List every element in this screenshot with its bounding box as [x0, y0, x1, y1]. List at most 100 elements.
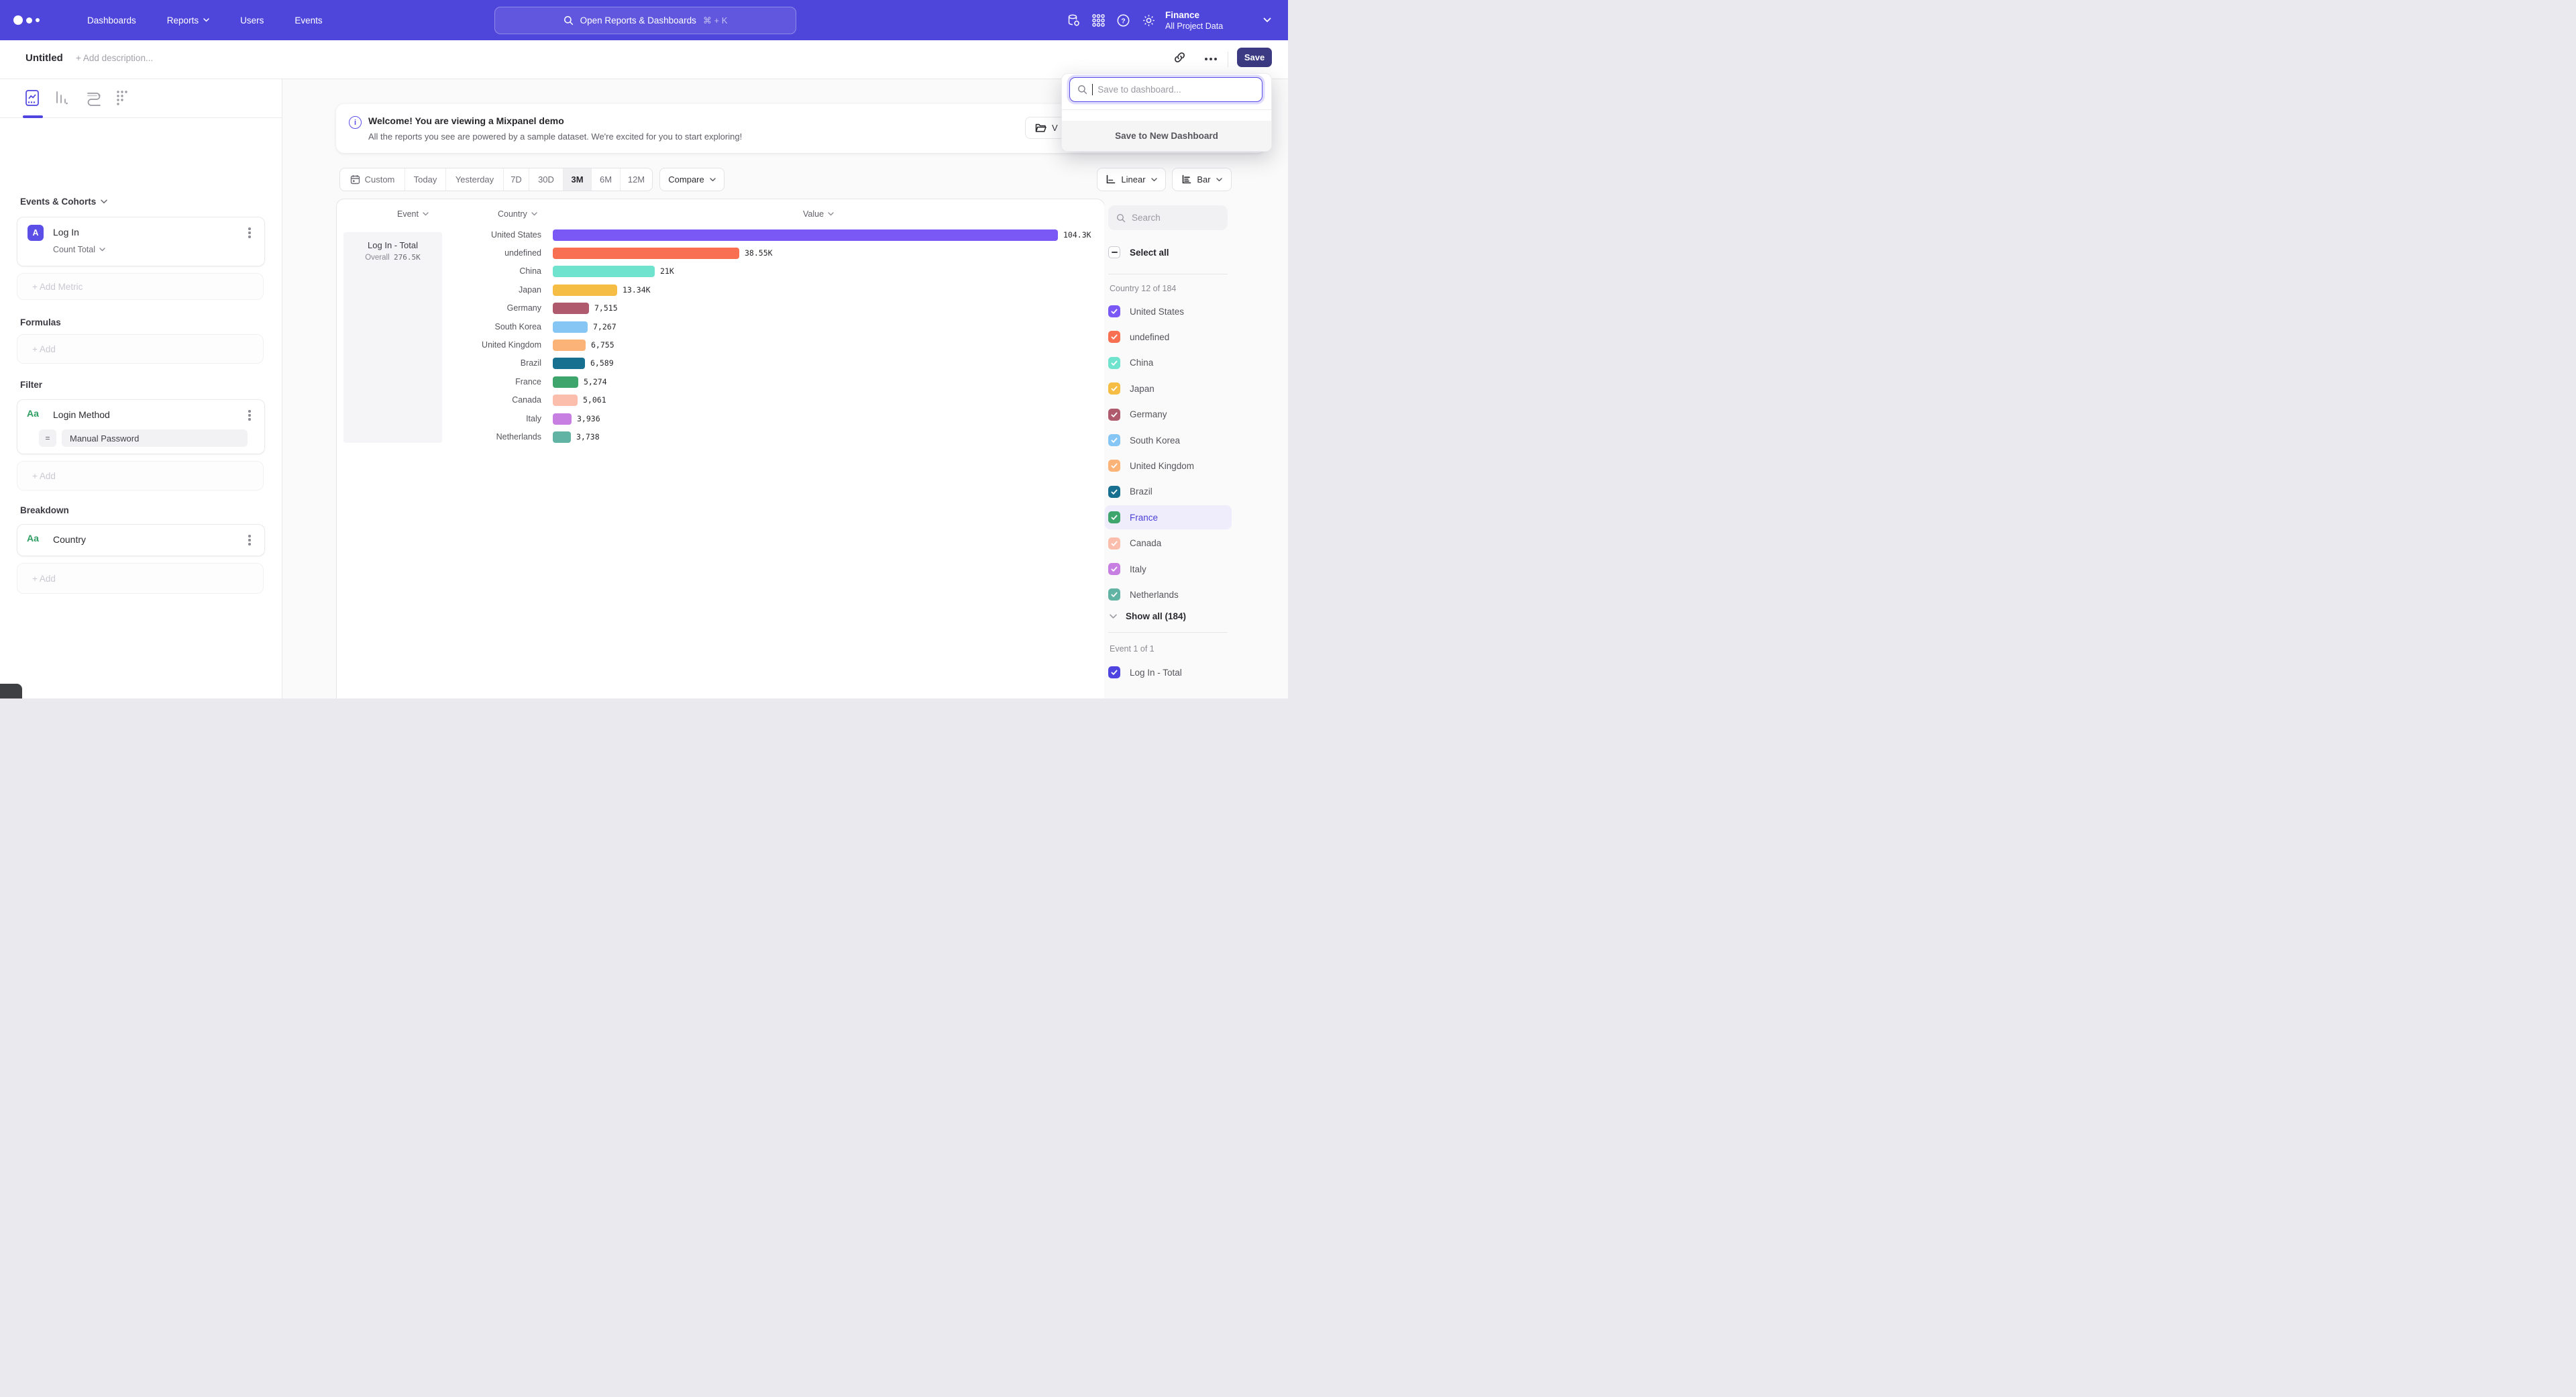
column-header-event[interactable]: Event: [397, 209, 429, 219]
series-search-input[interactable]: Search: [1108, 205, 1228, 230]
global-search-button[interactable]: Open Reports & Dashboards ⌘ + K: [494, 7, 796, 34]
bar-canada[interactable]: [553, 395, 578, 406]
bar-japan[interactable]: [553, 284, 617, 296]
breakdown-options-kebab-icon[interactable]: [244, 533, 255, 547]
filter-options-kebab-icon[interactable]: [244, 409, 255, 422]
country-checkbox-france[interactable]: [1108, 511, 1120, 523]
more-actions-button[interactable]: [1201, 51, 1220, 67]
country-checkbox-canada[interactable]: [1108, 537, 1120, 550]
bar-undefined[interactable]: [553, 248, 739, 259]
country-checkbox-germany[interactable]: [1108, 409, 1120, 421]
scale-dropdown[interactable]: Linear: [1097, 168, 1166, 191]
country-checkbox-united-states[interactable]: [1108, 305, 1120, 317]
tab-funnels[interactable]: [54, 89, 71, 107]
filter-value-dropdown[interactable]: Manual Password: [62, 429, 248, 447]
country-row-united-states[interactable]: United States: [1108, 299, 1242, 323]
event-checkbox-log-in-total[interactable]: [1108, 666, 1120, 678]
country-row-south-korea[interactable]: South Korea: [1108, 428, 1242, 452]
bar-brazil[interactable]: [553, 358, 585, 369]
country-checkbox-brazil[interactable]: [1108, 486, 1120, 498]
country-row-france[interactable]: France: [1105, 505, 1232, 529]
column-header-country[interactable]: Country: [498, 209, 537, 219]
compare-dropdown[interactable]: Compare: [659, 168, 724, 191]
select-all-checkbox[interactable]: [1108, 246, 1120, 258]
country-checkbox-japan[interactable]: [1108, 382, 1120, 395]
range-tab-today[interactable]: Today: [405, 168, 446, 191]
nav-item-events[interactable]: Events: [294, 15, 322, 25]
metric-options-kebab-icon[interactable]: [244, 226, 255, 240]
country-row-china[interactable]: China: [1108, 351, 1242, 375]
chart-type-dropdown[interactable]: Bar: [1172, 168, 1232, 191]
save-button[interactable]: Save: [1237, 48, 1272, 67]
primary-nav: Dashboards Reports Users Events: [87, 0, 323, 40]
range-tab-12m[interactable]: 12M: [621, 168, 652, 191]
country-row-netherlands[interactable]: Netherlands: [1108, 582, 1242, 607]
country-row-germany[interactable]: Germany: [1108, 403, 1242, 427]
bar-value-label: 3,936: [577, 413, 600, 425]
filter-operator-chip[interactable]: =: [39, 429, 56, 447]
data-management-icon[interactable]: [1067, 13, 1081, 28]
country-row-canada[interactable]: Canada: [1108, 531, 1242, 556]
metric-card-log-in[interactable]: A Log In Count Total: [17, 217, 265, 266]
bar-united-states[interactable]: [553, 229, 1058, 241]
copy-link-icon[interactable]: [1173, 51, 1186, 64]
events-section-label[interactable]: Events & Cohorts: [20, 197, 107, 207]
country-checkbox-italy[interactable]: [1108, 563, 1120, 575]
bar-germany[interactable]: [553, 303, 589, 314]
project-switcher[interactable]: Finance All Project Data: [1165, 0, 1271, 40]
bar-china[interactable]: [553, 266, 655, 277]
breakdown-card-country[interactable]: Aa Country: [17, 524, 265, 556]
filter-card-login-method[interactable]: Aa Login Method = Manual Password: [17, 399, 265, 454]
country-row-brazil[interactable]: Brazil: [1108, 480, 1242, 504]
bar-france[interactable]: [553, 376, 578, 388]
filter-field-name[interactable]: Login Method: [53, 409, 110, 420]
country-row-united-kingdom[interactable]: United Kingdom: [1108, 454, 1242, 478]
help-icon[interactable]: ?: [1116, 13, 1130, 28]
nav-item-reports[interactable]: Reports: [167, 15, 209, 25]
nav-item-users[interactable]: Users: [240, 15, 264, 25]
country-row-italy[interactable]: Italy: [1108, 557, 1242, 581]
add-filter-button[interactable]: + Add: [17, 461, 264, 490]
select-all-row[interactable]: Select all: [1108, 240, 1242, 264]
range-tab-30d[interactable]: 30D: [529, 168, 564, 191]
range-tab-6m[interactable]: 6M: [592, 168, 621, 191]
report-title[interactable]: Untitled: [25, 52, 63, 64]
add-breakdown-button[interactable]: + Add: [17, 563, 264, 594]
range-tab-3m[interactable]: 3M: [564, 168, 592, 191]
tab-insights[interactable]: [24, 89, 42, 107]
country-checkbox-china[interactable]: [1108, 357, 1120, 369]
country-row-undefined[interactable]: undefined: [1108, 325, 1242, 349]
nav-item-dashboards[interactable]: Dashboards: [87, 15, 136, 25]
range-tab-7d[interactable]: 7D: [504, 168, 529, 191]
save-to-new-dashboard-button[interactable]: Save to New Dashboard: [1062, 121, 1271, 151]
country-checkbox-netherlands[interactable]: [1108, 588, 1120, 601]
bar-italy[interactable]: [553, 413, 572, 425]
apps-grid-icon[interactable]: [1092, 14, 1105, 27]
bar-netherlands[interactable]: [553, 431, 571, 443]
add-metric-button[interactable]: + Add Metric: [17, 273, 264, 300]
tab-flows[interactable]: [85, 89, 103, 107]
country-checkbox-undefined[interactable]: [1108, 331, 1120, 343]
bar-south-korea[interactable]: [553, 321, 588, 333]
show-all-button[interactable]: Show all (184): [1110, 606, 1244, 626]
add-description-field[interactable]: + Add description...: [76, 53, 153, 63]
bar-row-brazil: Brazil6,589: [337, 358, 1104, 369]
metric-name[interactable]: Log In: [53, 227, 79, 238]
country-checkbox-united-kingdom[interactable]: [1108, 460, 1120, 472]
event-series-cell[interactable]: Log In - Total Overall 276.5K: [343, 232, 442, 443]
bar-united-kingdom[interactable]: [553, 340, 586, 351]
range-tab-custom[interactable]: Custom: [340, 168, 405, 191]
tab-retention[interactable]: [115, 89, 132, 107]
save-dashboard-search-input[interactable]: Save to dashboard...: [1069, 77, 1263, 102]
country-checkbox-south-korea[interactable]: [1108, 434, 1120, 446]
column-header-value[interactable]: Value: [803, 209, 834, 219]
mixpanel-logo-icon[interactable]: [13, 0, 40, 40]
country-row-japan[interactable]: Japan: [1108, 376, 1242, 401]
event-row-log-in-total[interactable]: Log In - Total: [1108, 660, 1242, 684]
metric-aggregation-dropdown[interactable]: Count Total: [53, 245, 105, 254]
add-formula-button[interactable]: + Add: [17, 334, 264, 364]
breakdown-field-name[interactable]: Country: [53, 534, 86, 545]
settings-gear-icon[interactable]: [1142, 13, 1156, 28]
mixpanel-insights-page: Dashboards Reports Users Events Open Report…: [0, 0, 1288, 698]
range-tab-yesterday[interactable]: Yesterday: [446, 168, 504, 191]
